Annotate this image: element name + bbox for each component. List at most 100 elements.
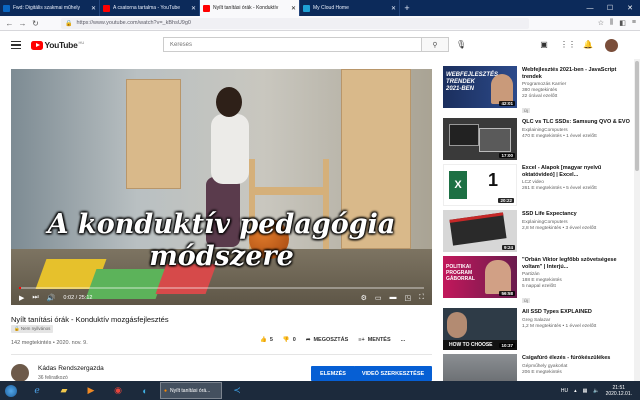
more-actions-button[interactable]: ... <box>401 337 406 343</box>
video-thumbnail[interactable]: HOW TO CHOOSE 10:37 <box>443 308 517 350</box>
scrollbar-thumb[interactable] <box>635 61 639 171</box>
chrome-icon[interactable]: ◉ <box>106 382 130 399</box>
apps-grid-icon[interactable]: ⋮⋮ <box>560 40 576 49</box>
address-bar[interactable]: 🔒 https://www.youtube.com/watch?v=_kBhsU… <box>61 17 529 29</box>
related-video-title[interactable]: "Orbán Viktor legfőbb szövetségese volta… <box>522 257 635 270</box>
like-button[interactable]: 👍 5 <box>260 337 273 343</box>
thumbs-up-icon: 👍 <box>260 337 267 343</box>
youtube-logo[interactable]: YouTube HU <box>31 40 84 50</box>
video-thumbnail[interactable]: 9:24 <box>443 210 517 252</box>
bookmarks-icon[interactable]: ☆ <box>598 19 604 27</box>
related-video-stats: 188 E megtekintés <box>522 278 562 283</box>
ie-icon[interactable]: ℯ <box>25 382 49 399</box>
clock[interactable]: 21:51 2020.12.01. <box>606 385 632 397</box>
video-thumbnail[interactable]: X 1 20:22 <box>443 164 517 206</box>
notifications-bell-icon[interactable]: 🔔 <box>582 40 594 49</box>
hamburger-menu-icon[interactable] <box>11 41 21 49</box>
tab-title: A csatorna tartalma - YouTube <box>113 5 181 11</box>
channel-name[interactable]: Kádas Rendszergazda <box>38 365 104 372</box>
search-box: ⚲ <box>163 37 449 52</box>
channel-avatar[interactable] <box>11 364 29 382</box>
cast-icon[interactable]: ◳ <box>404 294 411 302</box>
taskbar-firefox-window[interactable]: ● Nyílt tanítási órá... <box>160 382 222 399</box>
tray-arrow-icon[interactable]: ▴ <box>574 388 577 394</box>
share-button[interactable]: ➦ MEGOSZTÁS <box>306 337 348 343</box>
edit-video-button[interactable]: VIDEÓ SZERKESZTÉSE <box>354 366 432 381</box>
browser-tab[interactable]: My Cloud Home ✕ <box>300 0 400 16</box>
menu-icon[interactable]: ≡ <box>632 19 636 27</box>
play-icon[interactable]: ▶ <box>19 294 24 302</box>
related-video-title[interactable]: All SSD Types EXPLAINED <box>522 309 635 316</box>
close-tab-icon[interactable]: ✕ <box>291 5 296 12</box>
extension-icon[interactable]: ◧ <box>619 19 626 27</box>
related-video-title[interactable]: QLC vs TLC SSDs: Samsung QVO & EVO <box>522 119 635 126</box>
related-video-title[interactable]: Webfejlesztés 2021-ben - JavaScript tren… <box>522 67 635 80</box>
related-video[interactable]: WEBFEJLESZTÉS TRENDEK 2021-BEN 42:01 Web… <box>443 66 635 113</box>
close-tab-icon[interactable]: ✕ <box>391 5 396 12</box>
page-scrollbar[interactable] <box>634 59 640 381</box>
media-player-icon[interactable]: ▶ <box>79 382 103 399</box>
network-icon[interactable]: ▦ <box>583 388 588 394</box>
video-frame-child <box>216 87 242 117</box>
video-thumbnail[interactable]: WEBFEJLESZTÉS TRENDEK 2021-BEN 42:01 <box>443 66 517 108</box>
maximize-icon[interactable]: ☐ <box>600 0 620 16</box>
volume-tray-icon[interactable]: 🔈 <box>593 388 599 394</box>
video-duration: 17:00 <box>499 153 515 158</box>
header-actions: ▣ ⋮⋮ 🔔 <box>538 40 594 49</box>
close-window-icon[interactable]: ✕ <box>620 0 640 16</box>
video-thumbnail[interactable]: 17:00 <box>443 118 517 160</box>
logo-region: HU <box>78 40 85 45</box>
related-video[interactable]: 9:24 SSD Life Expectancy ExplainingCompu… <box>443 210 635 252</box>
video-progress-bar[interactable] <box>19 287 424 289</box>
vscode-icon[interactable]: ≺ <box>225 382 249 399</box>
dislike-count: 0 <box>292 337 296 343</box>
analytics-button[interactable]: ELEMZÉS <box>311 366 355 381</box>
new-tab-button[interactable]: + <box>400 0 414 16</box>
video-player[interactable]: A konduktív pedagógia módszere ▶ ⏭ 🔊 0:0… <box>11 69 432 305</box>
related-video-title[interactable]: Excel - Alapok [magyar nyelvű oktatóvide… <box>522 165 635 178</box>
volume-icon[interactable]: 🔊 <box>47 294 56 302</box>
related-video[interactable]: POLITIKAI PROGRAM GÁBORRAL 56:58 "Orbán … <box>443 256 635 303</box>
related-video-channel: Programozás Karrier <box>522 82 567 87</box>
browser-tab[interactable]: Fwd: Digitális szakmai műhely ✕ <box>0 0 100 16</box>
close-tab-icon[interactable]: ✕ <box>191 5 196 12</box>
close-tab-icon[interactable]: ✕ <box>91 5 96 12</box>
video-overlay-title: A konduktív pedagógia módszere <box>11 209 432 273</box>
folder-icon[interactable]: ▰ <box>52 382 76 399</box>
related-video[interactable]: 17:00 QLC vs TLC SSDs: Samsung QVO & EVO… <box>443 118 635 160</box>
library-icon[interactable]: ⫼ <box>610 19 613 27</box>
back-icon[interactable]: ← <box>4 18 15 29</box>
related-video[interactable]: HOW TO CHOOSE 10:37 All SSD Types EXPLAI… <box>443 308 635 350</box>
related-video-title[interactable]: SSD Life Expectancy <box>522 211 635 218</box>
user-avatar[interactable] <box>605 39 618 52</box>
save-button[interactable]: ≡+ MENTÉS <box>358 337 390 343</box>
reload-icon[interactable]: ↻ <box>30 18 41 29</box>
tab-favicon-icon <box>3 4 10 12</box>
theater-mode-icon[interactable]: ▬ <box>389 294 396 302</box>
browser-tab[interactable]: A csatorna tartalma - YouTube ✕ <box>100 0 200 16</box>
forward-icon[interactable]: → <box>17 18 28 29</box>
start-button[interactable] <box>0 381 22 400</box>
thumbnail-text: WEBFEJLESZTÉS TRENDEK 2021-BEN <box>446 72 499 92</box>
tab-favicon-icon <box>103 4 110 12</box>
language-indicator[interactable]: HU <box>561 388 568 394</box>
miniplayer-icon[interactable]: ▭ <box>375 294 382 302</box>
search-button[interactable]: ⚲ <box>421 38 448 51</box>
edge-icon[interactable]: ◐ <box>133 382 157 399</box>
video-thumbnail[interactable]: POLITIKAI PROGRAM GÁBORRAL 56:58 <box>443 256 517 298</box>
next-icon[interactable]: ⏭ <box>32 294 38 302</box>
related-video-title[interactable]: Csigafúró élezés - fúrókészülékes <box>522 355 635 362</box>
related-video-stats: 261 E megtekintés • 5 évvel ezelőtt <box>522 186 597 191</box>
related-video[interactable]: X 1 20:22 Excel - Alapok [magyar nyelvű … <box>443 164 635 206</box>
fullscreen-icon[interactable]: ⛶ <box>419 294 424 302</box>
related-video-channel: LCZ video <box>522 180 544 185</box>
minimize-icon[interactable]: — <box>580 0 600 16</box>
video-duration: 20:22 <box>498 198 514 203</box>
video-frame-shelf <box>126 79 181 189</box>
search-input[interactable] <box>164 38 421 51</box>
browser-tab-active[interactable]: Nyílt tanítási órák - Konduktív ✕ <box>200 0 300 16</box>
create-video-icon[interactable]: ▣ <box>538 40 550 49</box>
dislike-button[interactable]: 👎 0 <box>283 337 296 343</box>
microphone-icon[interactable]: 🎙 <box>456 40 466 49</box>
settings-gear-icon[interactable]: ⚙ <box>361 294 367 302</box>
